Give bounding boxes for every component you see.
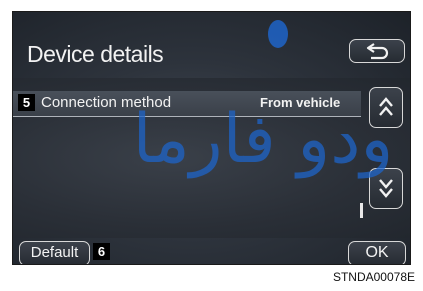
double-chevron-up-icon [379, 97, 393, 116]
connection-method-label: Connection method [41, 94, 172, 111]
page-title: Device details [27, 41, 164, 67]
display-screen: Device details 5 Connection method From … [12, 11, 411, 265]
connection-method-value: From vehicle [260, 95, 341, 110]
list-item-connection-method[interactable]: 5 Connection method From vehicle [13, 91, 361, 117]
double-chevron-down-icon [379, 179, 393, 198]
callout-badge-6: 6 [93, 243, 110, 260]
figure-code: STNDA00078E [332, 270, 415, 284]
back-arrow-icon [366, 43, 389, 60]
page-down-button[interactable] [369, 168, 403, 209]
back-button[interactable] [349, 39, 405, 63]
ok-button[interactable]: OK [348, 241, 406, 264]
callout-badge-5: 5 [18, 94, 35, 111]
scrollbar-thumb[interactable] [360, 203, 363, 218]
page-up-button[interactable] [369, 87, 403, 128]
default-button[interactable]: Default [19, 241, 90, 264]
